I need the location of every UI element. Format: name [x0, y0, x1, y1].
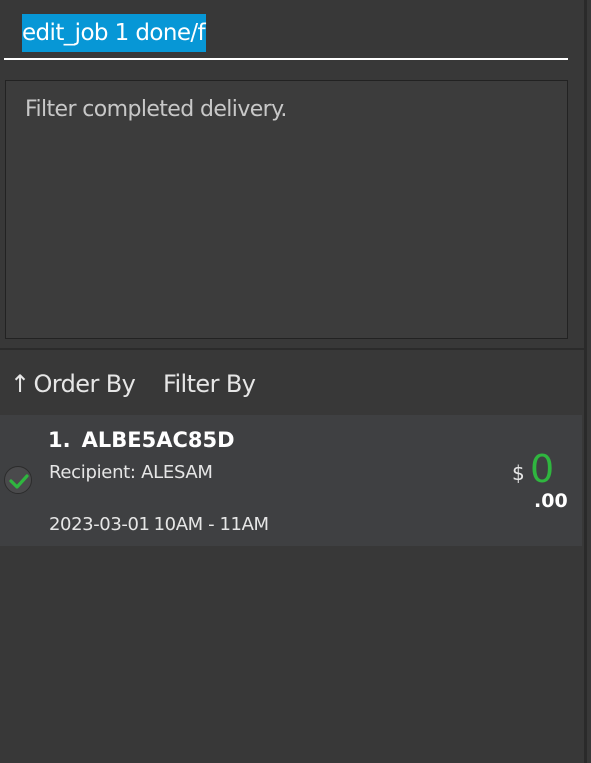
job-index: 1.: [48, 428, 71, 452]
order-by-button[interactable]: ↑ Order By: [10, 370, 136, 398]
command-input-selected-text[interactable]: edit_job 1 done/f: [22, 14, 207, 52]
earning-cents: .00: [534, 490, 568, 512]
filter-by-button[interactable]: Filter By: [163, 370, 256, 398]
result-message: Filter completed delivery.: [25, 97, 287, 122]
earning-whole: 0: [530, 447, 555, 491]
job-title: 1. ALBE5AC85D: [48, 428, 235, 452]
currency-symbol: $: [512, 461, 525, 485]
result-display: Filter completed delivery.: [5, 80, 568, 339]
list-toolbar: ↑ Order By Filter By: [0, 362, 584, 414]
job-card[interactable]: 1. ALBE5AC85D Recipient: ALESAM 2023-03-0…: [0, 415, 582, 546]
sort-ascending-icon: ↑: [10, 370, 30, 398]
job-time-slot: 10AM - 11AM: [153, 514, 269, 535]
job-list: 1. ALBE5AC85D Recipient: ALESAM 2023-03-0…: [0, 415, 584, 763]
order-by-label: Order By: [33, 370, 136, 398]
job-id: ALBE5AC85D: [81, 428, 235, 452]
job-recipient: Recipient: ALESAM: [49, 462, 213, 483]
completed-check-icon: [4, 466, 32, 494]
job-earning: $ 0 .00: [504, 447, 574, 515]
divider: [0, 348, 584, 350]
job-schedule: 2023-03-01 10AM - 11AM: [49, 514, 269, 535]
window-edge: [584, 0, 587, 763]
command-box: edit_job 1 done/f: [0, 0, 584, 68]
job-date: 2023-03-01: [49, 514, 150, 535]
app-window: edit_job 1 done/f Filter completed deliv…: [0, 0, 591, 763]
